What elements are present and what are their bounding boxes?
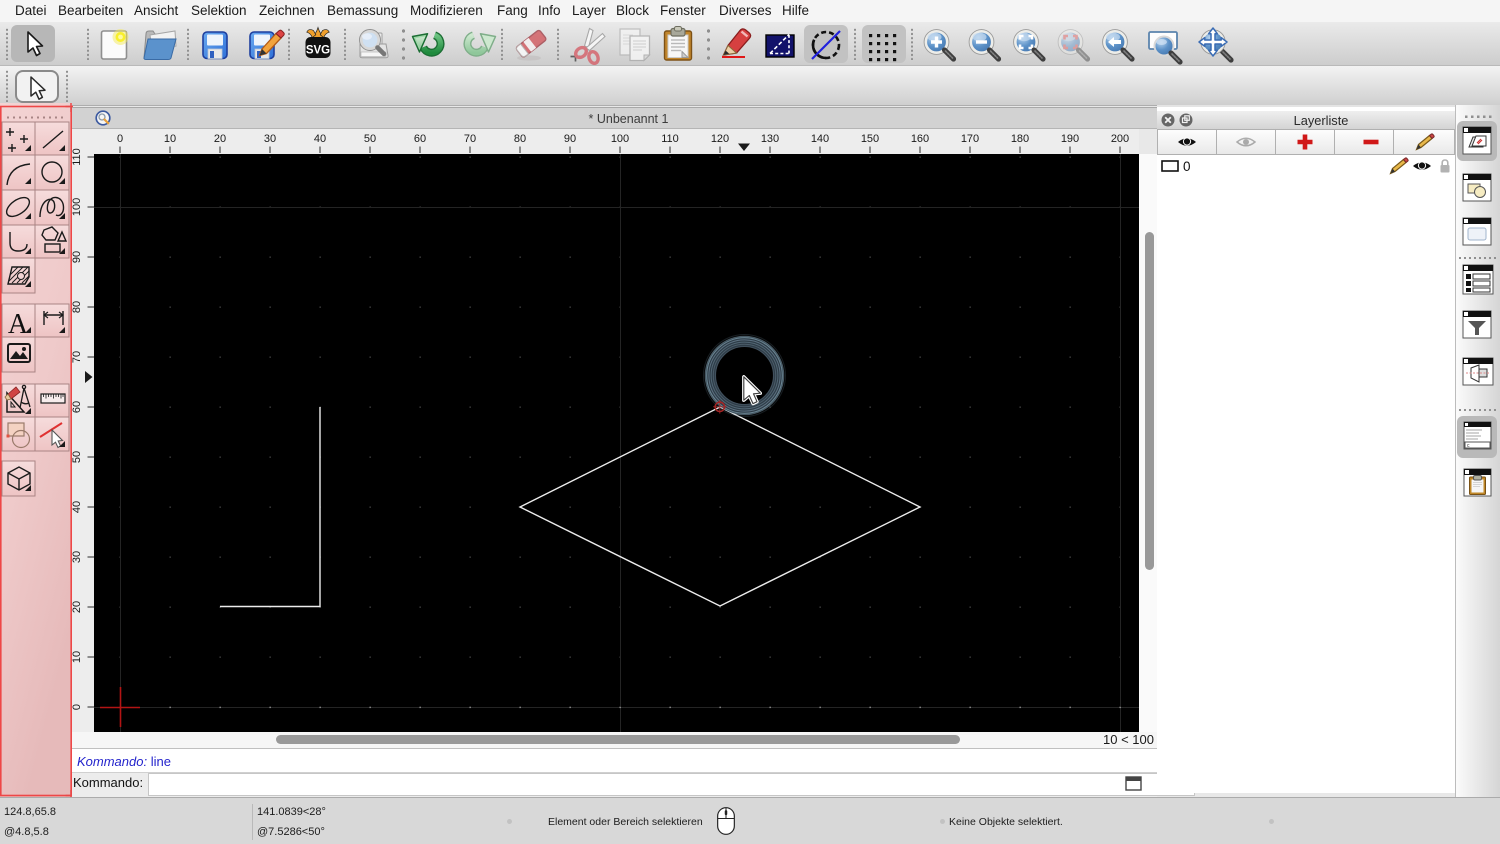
svg-text:30: 30 (264, 133, 276, 145)
svg-text:140: 140 (811, 133, 829, 145)
svg-text:20: 20 (214, 133, 226, 145)
svg-text:40: 40 (314, 133, 326, 145)
svg-text:0: 0 (72, 704, 83, 710)
svg-text:80: 80 (72, 301, 83, 313)
svg-text:190: 190 (1061, 133, 1079, 145)
svg-text:90: 90 (72, 251, 83, 263)
svg-text:110: 110 (72, 148, 83, 166)
svg-text:0: 0 (117, 133, 123, 145)
svg-text:200: 200 (1111, 133, 1129, 145)
svg-text:120: 120 (711, 133, 729, 145)
svg-text:SVG: SVG (306, 45, 330, 57)
svg-text:50: 50 (72, 451, 83, 463)
svg-text:A: A (8, 309, 29, 340)
svg-text:10: 10 (72, 651, 83, 663)
svg-text:60: 60 (72, 401, 83, 413)
svg-text:160: 160 (911, 133, 929, 145)
svg-text:20: 20 (72, 601, 83, 613)
svg-text:100: 100 (611, 133, 629, 145)
svg-text:180: 180 (1011, 133, 1029, 145)
svg-text:40: 40 (72, 501, 83, 513)
svg-text:70: 70 (72, 351, 83, 363)
svg-text:30: 30 (72, 551, 83, 563)
svg-text:110: 110 (661, 133, 679, 145)
svg-text:130: 130 (761, 133, 779, 145)
svg-text:10: 10 (164, 133, 176, 145)
svg-text:100: 100 (72, 198, 83, 216)
svg-text:170: 170 (961, 133, 979, 145)
svg-text:90: 90 (564, 133, 576, 145)
svg-text:60: 60 (414, 133, 426, 145)
svg-text:150: 150 (861, 133, 879, 145)
svg-text:70: 70 (464, 133, 476, 145)
svg-text:50: 50 (364, 133, 376, 145)
svg-text:80: 80 (514, 133, 526, 145)
